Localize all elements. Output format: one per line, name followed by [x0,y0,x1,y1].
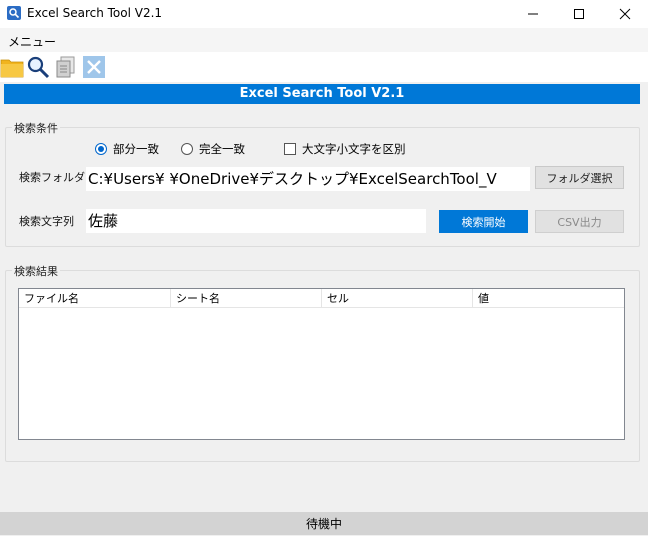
folder-path-field[interactable]: C:¥Users¥ ¥OneDrive¥デスクトップ¥ExcelSearchTo… [86,167,530,191]
menu-bar: メニュー [0,28,648,52]
status-bar: 待機中 [0,512,648,535]
window-title: Excel Search Tool V2.1 [27,6,163,20]
radio-partial-match-label: 部分一致 [113,142,159,156]
checkbox-box [284,143,296,155]
close-icon [619,8,631,20]
close-button[interactable] [602,0,648,28]
minimize-icon [528,13,538,15]
radio-partial-match[interactable]: 部分一致 [95,141,159,157]
folder-label: 検索フォルダ [19,171,85,184]
results-list-header: ファイル名 シート名 セル 値 [19,289,624,308]
case-sensitive-checkbox[interactable]: 大文字小文字を区別 [284,141,406,157]
case-sensitive-label: 大文字小文字を区別 [302,142,406,156]
radio-exact-match-label: 完全一致 [199,142,245,156]
radio-dot [181,143,193,155]
radio-dot-selected [95,143,107,155]
title-banner: Excel Search Tool V2.1 [4,84,640,104]
select-folder-button[interactable]: フォルダ選択 [535,166,624,189]
radio-exact-match[interactable]: 完全一致 [181,141,245,157]
toolbar [0,52,648,82]
search-results-caption: 検索結果 [12,263,60,279]
search-text-label: 検索文字列 [19,215,74,228]
magnifier-app-icon [7,6,21,20]
column-header-sheet[interactable]: シート名 [171,289,322,308]
search-text-input[interactable]: 佐藤 [86,209,426,233]
search-icon[interactable] [26,55,50,79]
clear-icon[interactable] [82,55,106,79]
start-search-button[interactable]: 検索開始 [439,210,528,233]
search-conditions-caption: 検索条件 [12,120,60,136]
csv-export-button[interactable]: CSV出力 [535,210,624,233]
maximize-button[interactable] [556,0,602,28]
results-list[interactable]: ファイル名 シート名 セル 値 [18,288,625,440]
folder-icon[interactable] [0,55,24,79]
column-header-cell[interactable]: セル [322,289,473,308]
column-header-file[interactable]: ファイル名 [19,289,171,308]
minimize-button[interactable] [510,0,556,28]
copy-icon[interactable] [54,55,78,79]
title-bar: Excel Search Tool V2.1 [0,0,648,28]
maximize-icon [574,9,584,19]
column-header-value[interactable]: 値 [473,289,624,308]
menu-item-menu[interactable]: メニュー [8,33,56,50]
